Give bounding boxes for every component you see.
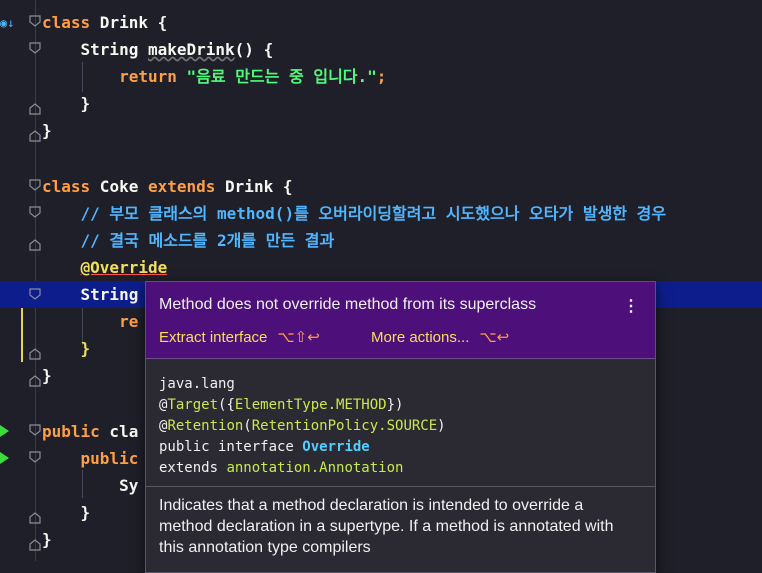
override-annotation[interactable]: @Override: [81, 258, 168, 277]
code-text: cla: [99, 422, 139, 441]
keyword-public: public: [80, 449, 139, 468]
code-text: String: [80, 285, 139, 304]
doc-decl-line: public interface Override: [159, 437, 446, 458]
fold-open-icon: [29, 424, 41, 436]
code-text: }: [80, 503, 91, 522]
code-text: }: [80, 94, 91, 113]
fold-close-icon: [29, 512, 41, 524]
divider: [146, 486, 655, 487]
code-text: () {: [234, 40, 274, 59]
doc-description: Indicates that a method declaration is i…: [159, 497, 614, 556]
doc-link[interactable]: annotation.Annotation: [226, 460, 403, 476]
fold-close-icon: [29, 103, 41, 115]
doc-annotation-link[interactable]: Retention: [167, 418, 243, 434]
doc-text: extends: [159, 460, 227, 476]
doc-punct: (: [243, 418, 252, 434]
code-line: class Coke extends Drink {: [0, 173, 762, 200]
code-text: ;: [376, 67, 387, 86]
doc-punct: ): [437, 418, 446, 434]
popup-header: Method does not override method from its…: [146, 282, 655, 359]
fold-open-icon: [29, 179, 41, 191]
doc-text: public interface: [159, 439, 303, 455]
action-label: More actions...: [371, 329, 470, 346]
fold-open-icon: [29, 42, 41, 54]
fold-open-icon: [29, 15, 41, 27]
code-line: return "음료 만드는 중 입니다.";: [0, 63, 762, 90]
fold-close-icon: [29, 348, 41, 360]
code-text: String: [80, 40, 148, 59]
doc-link[interactable]: RetentionPolicy.SOURCE: [252, 418, 437, 434]
string-literal: "음료 만드는 중 입니다.": [186, 67, 377, 86]
code-text: }: [42, 530, 52, 549]
fold-close-icon: [29, 239, 41, 251]
code-line: ◉↓ class Drink {: [0, 9, 762, 36]
code-line: // 부모 클래스의 method()를 오버라이딩할려고 시도했으나 오타가 …: [0, 200, 762, 227]
keyword-return: return: [119, 67, 187, 86]
code-text: Sy: [119, 476, 139, 495]
method-name: makeDrink: [147, 40, 235, 59]
code-line: }: [0, 90, 762, 117]
fold-open-icon: [29, 288, 41, 300]
doc-extends-line: extends annotation.Annotation: [159, 458, 446, 479]
doc-annotation-link[interactable]: Target: [167, 397, 218, 413]
more-options-icon[interactable]: ⋮: [623, 296, 639, 316]
code-line: @Override: [0, 254, 762, 281]
code-text: Coke: [90, 177, 148, 196]
fold-open-icon: [29, 206, 41, 218]
action-shortcut: ⌥↩: [479, 329, 510, 346]
code-comment: // 부모 클래스의 method()를 오버라이딩할려고 시도했으나 오타가 …: [80, 204, 667, 223]
fold-open-icon: [29, 451, 41, 463]
code-line: // 결국 메소드를 2개를 만든 결과: [0, 227, 762, 254]
doc-link[interactable]: ElementType.METHOD: [235, 397, 387, 413]
code-text: Drink {: [215, 177, 293, 196]
doc-decl-name: Override: [302, 439, 370, 455]
fold-close-icon: [29, 130, 41, 142]
doc-punct: ({: [218, 397, 235, 413]
code-line: String makeDrink() {: [0, 36, 762, 63]
doc-signature: java.lang @Target({ElementType.METHOD}) …: [159, 374, 446, 479]
keyword-extends: extends: [147, 177, 216, 196]
doc-target-line: @Target({ElementType.METHOD}): [159, 395, 446, 416]
doc-punct: }): [386, 397, 404, 413]
doc-retention-line: @Retention(RetentionPolicy.SOURCE): [159, 416, 446, 437]
action-label: Extract interface: [159, 329, 268, 346]
error-message: Method does not override method from its…: [159, 296, 537, 313]
inspection-popup: Method does not override method from its…: [145, 281, 656, 573]
code-line: }: [0, 117, 762, 144]
code-comment: // 결국 메소드를 2개를 만든 결과: [80, 231, 335, 250]
extract-interface-action[interactable]: Extract interface ⌥⇧↩: [159, 328, 320, 346]
action-shortcut: ⌥⇧↩: [277, 329, 320, 346]
code-text: Drink {: [90, 13, 168, 32]
fold-close-icon: [29, 539, 41, 551]
keyword-class: class: [42, 13, 91, 32]
fold-markers: [29, 15, 41, 551]
keyword-public: public: [42, 422, 100, 441]
more-actions-action[interactable]: More actions... ⌥↩: [371, 328, 509, 346]
doc-package: java.lang: [159, 376, 235, 392]
code-text: }: [80, 339, 91, 358]
code-text: }: [42, 121, 52, 140]
keyword-class: class: [42, 177, 91, 196]
code-text: }: [42, 366, 52, 385]
fold-close-icon: [29, 375, 41, 387]
code-text: re: [119, 312, 139, 331]
